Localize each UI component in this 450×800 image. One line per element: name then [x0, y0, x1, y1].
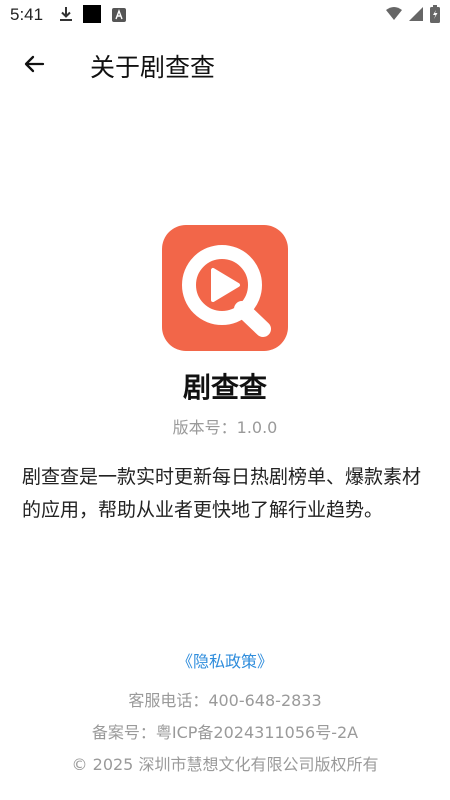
status-bar: 5:41: [0, 0, 450, 30]
app-logo: [162, 225, 288, 351]
signal-icon: [407, 5, 425, 23]
play-search-icon: [182, 245, 271, 337]
wifi-icon: [385, 5, 403, 23]
black-square-icon: [83, 5, 101, 23]
app-bar: 关于剧查查: [0, 30, 450, 102]
battery-icon: [430, 5, 440, 23]
back-button[interactable]: [12, 44, 56, 88]
page-title: 关于剧查查: [90, 53, 216, 82]
status-time: 5:41: [10, 5, 44, 24]
icp-record: 备案号：粤ICP备2024311056号-2A: [91, 723, 359, 742]
customer-service-phone: 客服电话：400-648-2833: [128, 691, 322, 710]
app-version: 版本号：1.0.0: [172, 418, 278, 437]
arrow-left-icon: [22, 52, 46, 80]
app-description: 剧查查是一款实时更新每日热剧榜单、爆款素材的应用，帮助从业者更快地了解行业趋势。: [22, 466, 422, 521]
privacy-policy-link[interactable]: 《隐私政策》: [0, 648, 450, 672]
download-icon: [57, 5, 75, 23]
a-icon: [112, 7, 126, 22]
copyright: © 2025 深圳市慧想文化有限公司版权所有: [71, 755, 379, 774]
app-name: 剧查查: [182, 371, 267, 404]
